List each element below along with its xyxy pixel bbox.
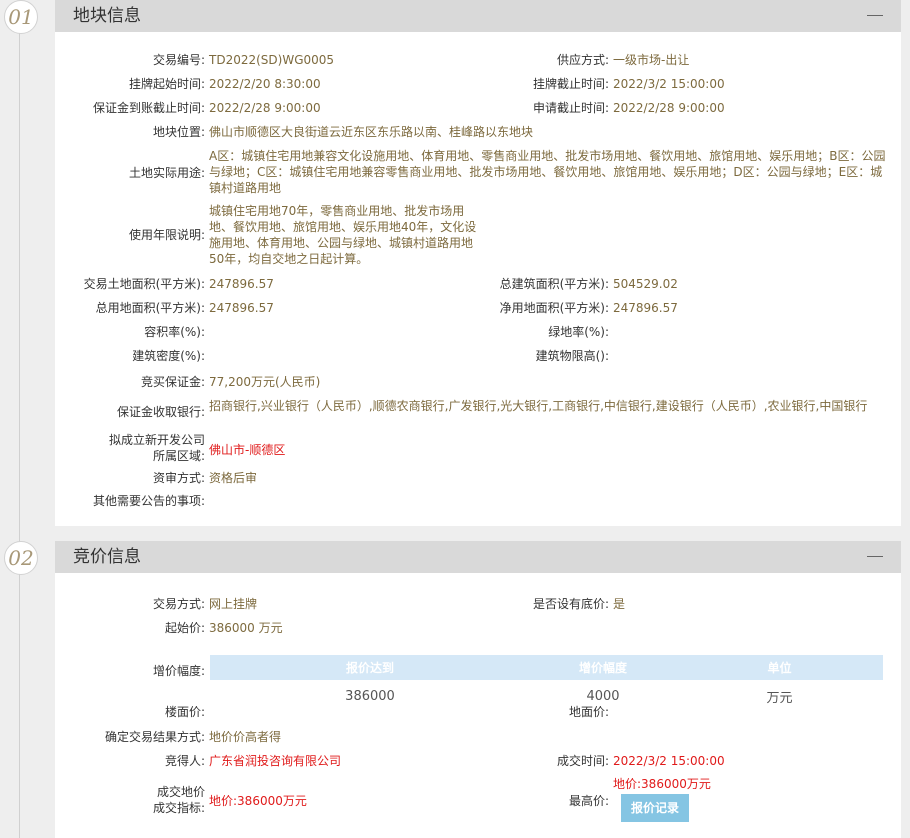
- list-end-label: 挂牌截止时间:: [532, 77, 609, 91]
- total-use-area-label: 总用地面积(平方米):: [95, 301, 205, 315]
- deposit-banks-value: 招商银行,兴业银行（人民币）,顺德农商银行,广发银行,光大银行,工商银行,中信银…: [209, 399, 868, 413]
- total-build-area-value: 504529.02: [613, 277, 678, 291]
- section-header: 地块信息: [55, 0, 901, 32]
- trade-area-value: 247896.57: [209, 277, 274, 291]
- trade-no-value: TD2022(SD)WG0005: [209, 53, 335, 67]
- trade-method-label: 交易方式:: [152, 597, 205, 611]
- highest-price-value: 地价:386000万元: [613, 777, 711, 791]
- green-ratio-label: 绿地率(%):: [548, 325, 609, 339]
- new-company-value: 佛山市-顺德区: [209, 443, 286, 457]
- list-start-value: 2022/2/20 8:30:00: [209, 77, 321, 91]
- use-years-value: 城镇住宅用地70年，零售商业用地、批发市场用地、餐饮用地、旅馆用地、娱乐用地40…: [209, 204, 477, 266]
- land-use-value: A区：城镇住宅用地兼容文化设施用地、体育用地、零售商业用地、批发市场用地、餐饮用…: [209, 149, 886, 195]
- deposit-deadline-value: 2022/2/28 9:00:00: [209, 101, 321, 115]
- reserve-value: 是: [613, 597, 626, 611]
- deal-time-label: 成交时间:: [556, 754, 609, 768]
- review-value: 资格后审: [209, 471, 258, 485]
- section-number-badge: 01: [4, 0, 38, 34]
- trade-method-value: 网上挂牌: [209, 597, 258, 611]
- list-end-value: 2022/3/2 15:00:00: [613, 77, 725, 91]
- highest-price-label: 最高价:: [568, 794, 609, 808]
- land-price-label: 地面价:: [568, 705, 609, 719]
- bid-deposit-value: 77,200万元(人民币): [209, 375, 321, 389]
- trade-area-label: 交易土地面积(平方米):: [83, 277, 205, 291]
- section-title: 竞价信息: [73, 547, 141, 567]
- trade-no-label: 交易编号:: [152, 53, 205, 67]
- deposit-deadline-label: 保证金到账截止时间:: [92, 101, 205, 115]
- deal-label-line1: 成交地价: [156, 785, 205, 799]
- deal-time-value: 2022/3/2 15:00:00: [613, 754, 725, 768]
- height-limit-label: 建筑物限高():: [535, 349, 609, 363]
- start-price-label: 起始价:: [164, 621, 205, 635]
- use-years-label: 使用年限说明:: [128, 228, 205, 242]
- apply-deadline-label: 申请截止时间:: [532, 101, 609, 115]
- table-header: 单位: [676, 655, 883, 680]
- land-use-label: 土地实际用途:: [128, 166, 205, 180]
- section-header: 竞价信息: [55, 541, 901, 573]
- quote-record-button[interactable]: 报价记录: [621, 794, 689, 822]
- floor-price-label: 楼面价:: [164, 705, 205, 719]
- bid-info-section: 竞价信息 交易方式: 网上挂牌 是否设有底价: 是 起始价: 386000 万元…: [55, 541, 901, 838]
- new-company-label-line1: 拟成立新开发公司: [108, 433, 205, 447]
- result-method-label: 确定交易结果方式:: [104, 730, 205, 744]
- collapse-icon[interactable]: [867, 15, 883, 16]
- apply-deadline-value: 2022/2/28 9:00:00: [613, 101, 725, 115]
- table-header: 报价达到: [210, 655, 530, 680]
- start-price-value: 386000 万元: [209, 621, 283, 635]
- other-label: 其他需要公告的事项:: [92, 494, 205, 508]
- list-start-label: 挂牌起始时间:: [128, 77, 205, 91]
- total-use-area-value: 247896.57: [209, 301, 274, 315]
- location-value: 佛山市顺德区大良街道云近东区东乐路以南、桂峰路以东地块: [209, 125, 534, 139]
- deposit-banks-label: 保证金收取银行:: [116, 405, 205, 419]
- deal-label-line2: 成交指标:: [152, 801, 205, 815]
- timeline-line: [19, 30, 20, 838]
- supply-label: 供应方式:: [556, 53, 609, 67]
- winner-label: 竞得人:: [164, 754, 205, 768]
- supply-value: 一级市场-出让: [613, 53, 690, 67]
- table-header: 增价幅度: [530, 655, 676, 680]
- build-density-label: 建筑密度(%):: [132, 349, 205, 363]
- collapse-icon[interactable]: [867, 556, 883, 557]
- deal-value: 地价:386000万元: [209, 794, 307, 808]
- bid-deposit-label: 竞买保证金:: [140, 375, 205, 389]
- section-title: 地块信息: [73, 6, 141, 26]
- land-info-section: 地块信息 交易编号: TD2022(SD)WG0005 供应方式: 一级市场-出…: [55, 0, 901, 526]
- winner-value: 广东省润投咨询有限公司: [209, 754, 342, 768]
- plot-ratio-label: 容积率(%):: [144, 325, 205, 339]
- total-build-area-label: 总建筑面积(平方米):: [499, 277, 609, 291]
- result-method-value: 地价价高者得: [209, 730, 282, 744]
- net-use-area-value: 247896.57: [613, 301, 678, 315]
- new-company-label-line2: 所属区域:: [152, 449, 205, 463]
- review-label: 资审方式:: [152, 471, 205, 485]
- section-number-badge: 02: [4, 541, 38, 575]
- table-header-row: 报价达到 增价幅度 单位: [210, 655, 883, 680]
- reserve-label: 是否设有底价:: [532, 597, 609, 611]
- net-use-area-label: 净用地面积(平方米):: [499, 301, 609, 315]
- table-cell: 万元: [766, 690, 793, 706]
- increment-label: 增价幅度:: [152, 664, 205, 678]
- location-label: 地块位置:: [152, 125, 205, 139]
